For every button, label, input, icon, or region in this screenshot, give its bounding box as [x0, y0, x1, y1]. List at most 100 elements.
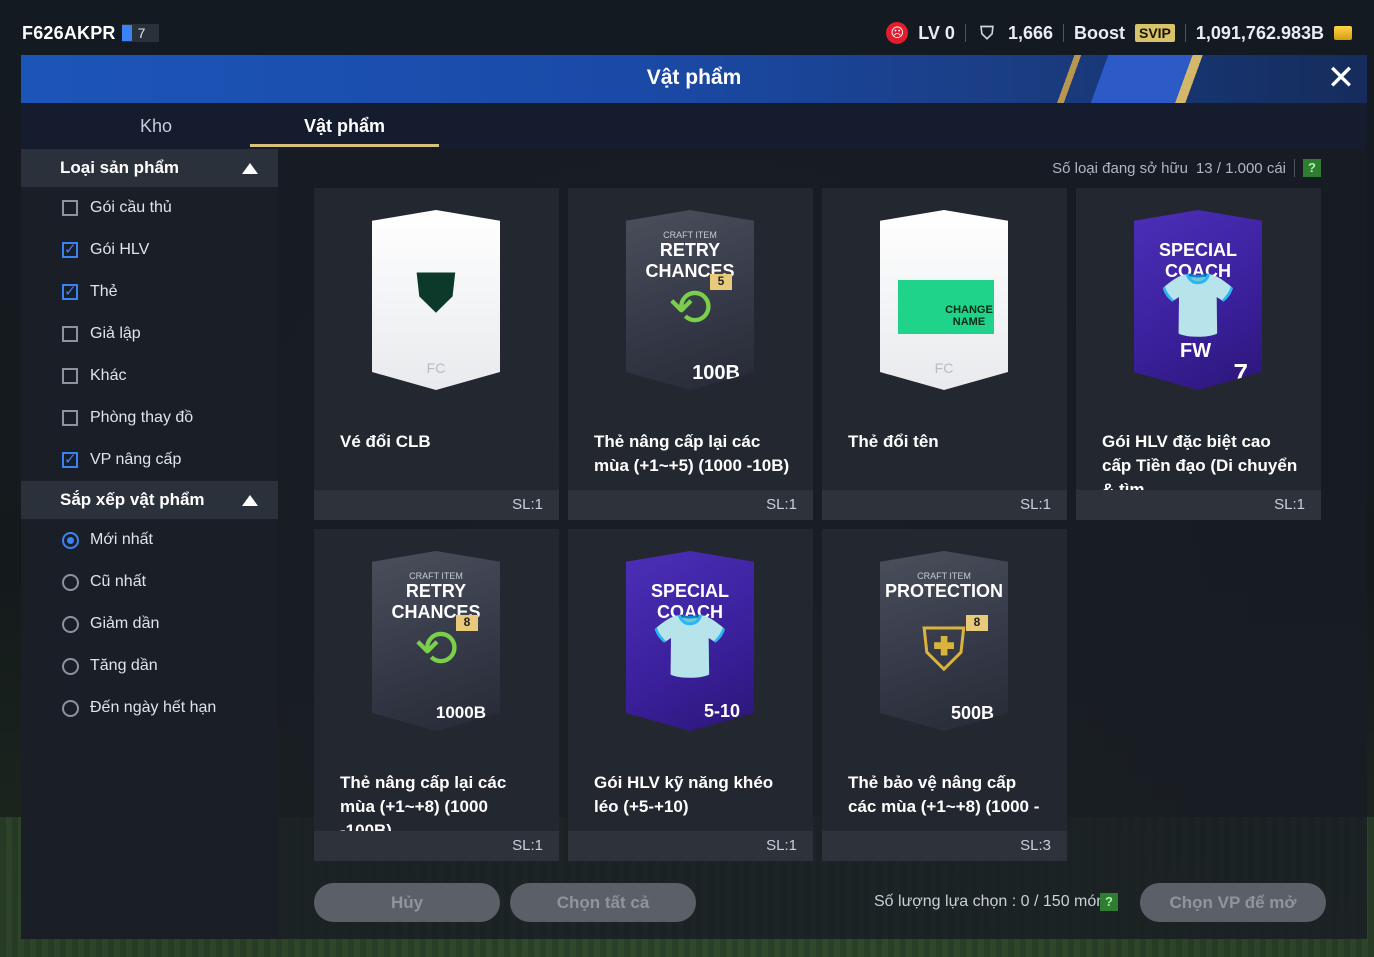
level-bar-icon [121, 25, 132, 41]
lv-label: LV 0 [918, 22, 955, 43]
level-badge: 5 [710, 274, 732, 290]
item-name: Thẻ bảo vệ nâng cấp các mùa (+1~+8) (100… [848, 773, 1040, 816]
position-badge: FW [1180, 340, 1212, 362]
jersey-icon: 👕 [650, 610, 730, 682]
sort-section-title: Sắp xếp vật phẩm [60, 490, 205, 509]
tab-kho[interactable]: Kho [81, 103, 231, 149]
radio-selected[interactable] [62, 531, 79, 549]
art-small-label: CRAFT ITEM [917, 571, 971, 581]
art-value: 500B [950, 703, 994, 723]
select-all-button[interactable]: Chọn tất cả [510, 883, 696, 922]
jersey-icon: 👕 [1158, 269, 1238, 341]
divider [1184, 24, 1186, 42]
item-card[interactable]: SPECIAL COACH 👕 5-10 Gói HLV kỹ năng khé… [568, 529, 813, 861]
filter-option-label: Khác [90, 367, 127, 384]
divider [1294, 159, 1295, 177]
item-card[interactable]: CHANGE NAME FC Thẻ đổi tên SL:1 [822, 188, 1067, 520]
open-items-button[interactable]: Chọn VP để mở [1140, 883, 1326, 922]
tab-bar: Kho Vật phẩm [21, 103, 1367, 149]
sort-option-label: Giảm dần [90, 615, 160, 632]
filter-option-label: Giả lập [90, 325, 141, 342]
checkbox[interactable] [62, 410, 78, 426]
filter-option[interactable]: Giả lập [21, 313, 278, 355]
sort-section-header[interactable]: Sắp xếp vật phẩm [21, 481, 278, 519]
title-header: Vật phẩm ✕ [21, 55, 1367, 103]
item-card[interactable]: CRAFT ITEM PROTECTION ⛨ 8 500B Thẻ bảo v… [822, 529, 1067, 861]
filter-option-label: Thẻ [90, 283, 118, 300]
retry-chances-art: CRAFT ITEM RETRY CHANCES ⟲ 8 1000B [372, 551, 500, 731]
cancel-button[interactable]: Hủy [314, 883, 500, 922]
shield-count: 1,666 [1007, 22, 1053, 43]
sort-option[interactable]: Giảm dần [21, 603, 278, 645]
level-badge: 8 [966, 615, 988, 631]
filter-option-label: Phòng thay đồ [90, 409, 194, 426]
change-name-art: CHANGE NAME FC [880, 210, 1008, 390]
item-name: Thẻ nâng cấp lại các mùa (+1~+5) (1000 -… [594, 432, 790, 475]
radio[interactable] [62, 573, 79, 591]
filter-option[interactable]: VP nâng cấp [21, 439, 278, 481]
item-qty: SL:1 [314, 831, 559, 861]
sort-option[interactable]: Đến ngày hết hạn [21, 687, 278, 729]
type-section-header[interactable]: Loại sản phẩm [21, 149, 278, 187]
filter-option[interactable]: Gói HLV [21, 229, 278, 271]
art-value: 100B [692, 362, 740, 384]
sort-option-label: Cũ nhất [90, 573, 147, 590]
art-value: 1000B [435, 703, 486, 722]
help-icon[interactable]: ? [1303, 159, 1321, 177]
radio[interactable] [62, 657, 79, 675]
checkbox[interactable] [62, 368, 78, 384]
checkbox[interactable] [62, 200, 78, 216]
item-card[interactable]: CRAFT ITEM RETRY CHANCES ⟲ 5 100B Thẻ nâ… [568, 188, 813, 520]
collapse-arrow-icon [242, 494, 258, 506]
filter-option-label: Gói HLV [90, 241, 150, 258]
level-badge-number: 7 [137, 25, 146, 41]
sort-option-label: Tăng dần [90, 657, 158, 674]
item-qty: SL:1 [822, 490, 1067, 520]
boost-label: Boost [1073, 22, 1125, 43]
balance: 1,091,762.983B [1195, 22, 1324, 43]
coin-icon [1334, 26, 1352, 40]
filter-option[interactable]: Phòng thay đồ [21, 397, 278, 439]
top-bar: F626AKPR 7 ☹ LV 0 ⛉ 1,666 Boost SVIP 1,0… [0, 10, 1374, 56]
checkbox-checked[interactable] [62, 240, 78, 258]
filter-option[interactable]: Khác [21, 355, 278, 397]
filter-option-label: VP nâng cấp [90, 451, 182, 468]
close-button[interactable]: ✕ [1323, 61, 1359, 97]
filter-option[interactable]: Gói cầu thủ [21, 187, 278, 229]
svip-badge: SVIP [1134, 24, 1175, 42]
checkbox-checked[interactable] [62, 450, 78, 468]
special-coach-art: SPECIAL COACH 👕 5-10 [626, 551, 754, 731]
shield-icon: ⛉ [980, 22, 994, 43]
currency-area: ☹ LV 0 ⛉ 1,666 Boost SVIP 1,091,762.983B [886, 22, 1352, 44]
sort-option-label: Đến ngày hết hạn [90, 699, 217, 716]
owned-label: Số loại đang sở hữu [1052, 159, 1188, 177]
art-title: CHANGE NAME [945, 304, 993, 328]
retry-arrows-icon: ⟲ [414, 620, 458, 678]
protection-art: CRAFT ITEM PROTECTION ⛨ 8 500B [880, 551, 1008, 731]
sort-option[interactable]: Mới nhất [21, 519, 278, 561]
tab-vat-pham[interactable]: Vật phẩm [250, 103, 439, 149]
art-small-label: CRAFT ITEM [409, 571, 463, 581]
art-title: PROTECTION [884, 581, 1003, 601]
item-card[interactable]: ⛊ FC Vé đổi CLB SL:1 [314, 188, 559, 520]
checkbox-checked[interactable] [62, 282, 78, 300]
radio[interactable] [62, 699, 79, 717]
art-title: RETRY CHANCES [645, 240, 735, 281]
help-icon[interactable]: ? [1100, 893, 1118, 911]
page-title: Vật phẩm [646, 66, 742, 89]
filter-option[interactable]: Thẻ [21, 271, 278, 313]
sort-option-label: Mới nhất [90, 531, 153, 548]
selection-count: Số lượng lựa chọn : 0 / 150 món [874, 893, 1106, 910]
radio[interactable] [62, 615, 79, 633]
divider [964, 24, 966, 42]
collapse-arrow-icon [242, 162, 258, 174]
level-badge: 8 [456, 615, 478, 631]
item-card[interactable]: CRAFT ITEM RETRY CHANCES ⟲ 8 1000B Thẻ n… [314, 529, 559, 861]
item-qty: SL:1 [314, 490, 559, 520]
club-shield-icon: ⛊ [415, 263, 457, 323]
checkbox[interactable] [62, 326, 78, 342]
filter-sidebar: Loại sản phẩm Gói cầu thủ Gói HLV Thẻ Gi… [21, 149, 278, 939]
item-card[interactable]: SPECIAL COACH 👕 FW 7 Gói HLV đặc biệt ca… [1076, 188, 1321, 520]
sort-option[interactable]: Tăng dần [21, 645, 278, 687]
sort-option[interactable]: Cũ nhất [21, 561, 278, 603]
